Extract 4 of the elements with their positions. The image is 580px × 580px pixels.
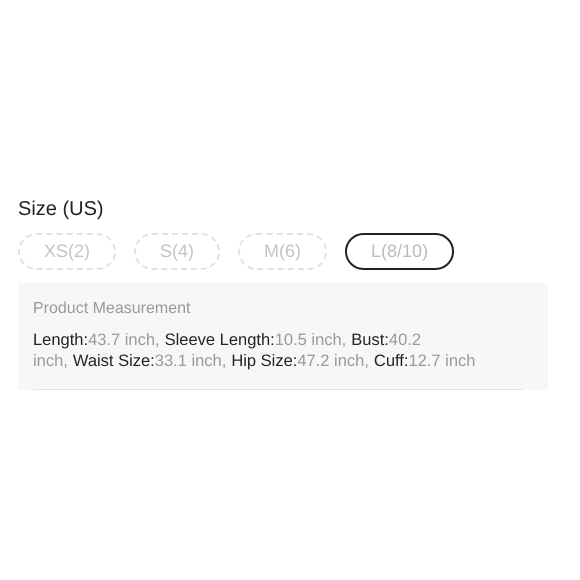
size-heading: Size (US) [18, 197, 105, 222]
size-option[interactable]: L(8/10) [345, 233, 454, 270]
measurement-text: Length:43.7 inch, Sleeve Length:10.5 inch, Bust:40.2 inch, Waist Size:33.1 inch, Hip Size:47.2 inch, Cuff:12.7 inch [33, 330, 523, 390]
measurement-title: Product Measurement [33, 299, 192, 319]
